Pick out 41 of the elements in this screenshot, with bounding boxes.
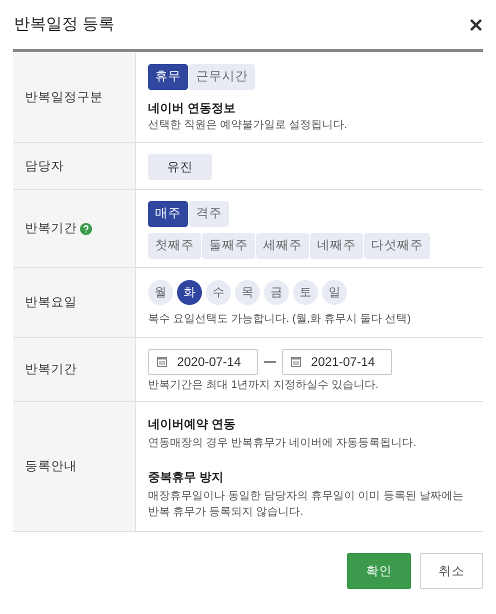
field-label: 반복기간 (25, 361, 77, 378)
help-icon[interactable] (80, 222, 92, 234)
info-text: 매장휴무일이나 동일한 담당자의 휴무일이 이미 등록된 날짜에는 반복 휴무가 등록되지 않습니다. (148, 488, 464, 520)
close-button[interactable] (469, 18, 483, 32)
hint-text: 반복기간은 최대 1년까지 지정하실수 있습니다. (148, 378, 380, 392)
weekday-toggle[interactable]: 일 (322, 280, 347, 305)
weekday-toggle[interactable]: 화 (177, 280, 202, 305)
segment-tab[interactable]: 세째주 (256, 232, 309, 258)
end-date-field[interactable]: 2021-07-14 (282, 348, 392, 374)
confirm-button[interactable]: 확인 (347, 553, 411, 589)
segment-tab[interactable]: 근무시간 (189, 64, 255, 90)
start-date-field[interactable]: 2020-07-14 (148, 348, 258, 374)
calendar-icon (291, 356, 301, 367)
weekday-toggle[interactable]: 목 (235, 280, 260, 305)
cancel-button[interactable]: 취소 (420, 553, 483, 589)
note-text: 선택한 직원은 예약불가일로 설정됩니다. (148, 118, 348, 132)
field-label: 반복기간 (25, 220, 77, 237)
info-title: 중복휴무 방지 (148, 468, 224, 486)
segment-tab[interactable]: 휴무 (148, 64, 188, 90)
calendar-icon (157, 356, 167, 367)
weekday-toggle[interactable]: 토 (293, 280, 318, 305)
segment-tab[interactable]: 격주 (189, 200, 229, 226)
info-title: 네이버예약 연동 (148, 416, 236, 432)
info-text: 연동매장의 경우 반복휴무가 네이버에 자동등록됩니다. (148, 436, 418, 450)
dialog-title: 반복일정 등록 (14, 15, 114, 35)
range-dash (264, 360, 276, 362)
field-label: 반복일정구분 (25, 88, 103, 106)
segment-tab[interactable]: 다섯째주 (364, 232, 430, 258)
field-label: 등록안내 (25, 458, 77, 475)
weekday-toggle[interactable]: 금 (264, 280, 289, 305)
field-label: 담당자 (25, 158, 64, 174)
weekday-toggle[interactable]: 수 (206, 280, 231, 305)
segment-tab[interactable]: 매주 (148, 200, 188, 226)
segment-tab[interactable]: 둘째주 (202, 232, 255, 258)
note-title: 네이버 연동정보 (148, 100, 236, 116)
weekday-toggle[interactable]: 월 (148, 280, 173, 305)
segment-tab[interactable]: 첫째주 (148, 232, 201, 258)
hint-text: 복수 요일선택도 가능합니다. (월,화 휴무시 둘다 선택) (148, 312, 412, 327)
field-label: 반복요일 (25, 294, 77, 311)
staff-chip[interactable]: 유진 (148, 154, 212, 180)
segment-tab[interactable]: 네째주 (310, 232, 363, 258)
